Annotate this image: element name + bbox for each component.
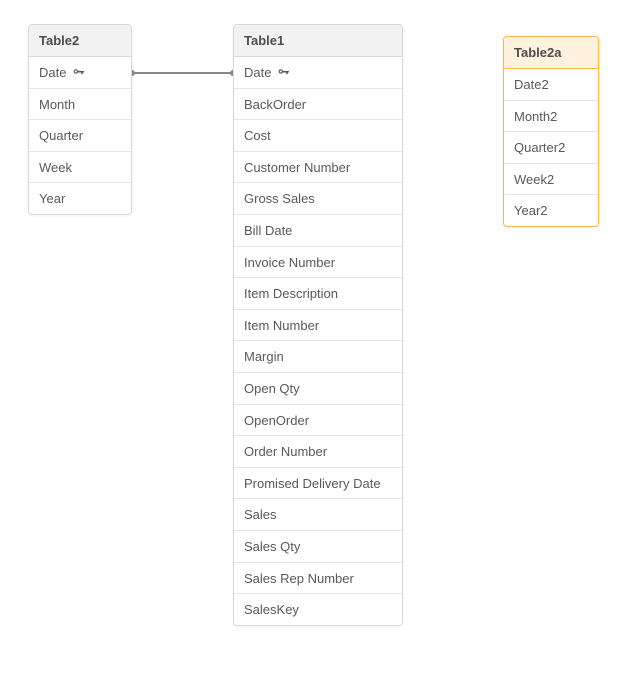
field-row[interactable]: Customer Number	[234, 152, 402, 184]
field-list: Date Month Quarter Week Year	[29, 57, 131, 214]
table-header[interactable]: Table1	[234, 25, 402, 57]
field-label: Week	[39, 160, 72, 176]
field-row[interactable]: Bill Date	[234, 215, 402, 247]
field-row[interactable]: Sales Rep Number	[234, 563, 402, 595]
field-row[interactable]: Year2	[504, 195, 598, 226]
field-row[interactable]: OpenOrder	[234, 405, 402, 437]
field-label: OpenOrder	[244, 413, 309, 429]
field-row[interactable]: Cost	[234, 120, 402, 152]
field-label: Open Qty	[244, 381, 300, 397]
field-label: Promised Delivery Date	[244, 476, 381, 492]
field-list: Date2 Month2 Quarter2 Week2 Year2	[504, 69, 598, 226]
field-row[interactable]: Item Number	[234, 310, 402, 342]
table-header[interactable]: Table2	[29, 25, 131, 57]
field-row[interactable]: Promised Delivery Date	[234, 468, 402, 500]
field-label: BackOrder	[244, 97, 306, 113]
table-title: Table2a	[514, 45, 561, 60]
table-table2[interactable]: Table2 Date Month Quarter Week Year	[28, 24, 132, 215]
field-label: Year2	[514, 203, 548, 219]
field-row[interactable]: Date2	[504, 69, 598, 101]
key-icon	[72, 66, 85, 79]
field-row[interactable]: Open Qty	[234, 373, 402, 405]
field-row[interactable]: Week	[29, 152, 131, 184]
field-row[interactable]: Date	[234, 57, 402, 89]
field-row[interactable]: Date	[29, 57, 131, 89]
field-label: Order Number	[244, 444, 327, 460]
field-label: Quarter	[39, 128, 83, 144]
field-label: Bill Date	[244, 223, 292, 239]
field-row[interactable]: Month	[29, 89, 131, 121]
field-row[interactable]: Item Description	[234, 278, 402, 310]
field-label: Year	[39, 191, 65, 207]
field-label: Quarter2	[514, 140, 565, 156]
field-row[interactable]: Month2	[504, 101, 598, 133]
key-icon	[277, 66, 290, 79]
field-label: Item Number	[244, 318, 319, 334]
field-label: Gross Sales	[244, 191, 315, 207]
field-label: Month	[39, 97, 75, 113]
field-row[interactable]: Quarter2	[504, 132, 598, 164]
field-label: Date	[39, 65, 66, 81]
field-row[interactable]: Margin	[234, 341, 402, 373]
field-label: Date	[244, 65, 271, 81]
field-row[interactable]: Order Number	[234, 436, 402, 468]
field-label: Sales Qty	[244, 539, 300, 555]
field-row[interactable]: Invoice Number	[234, 247, 402, 279]
field-row[interactable]: Sales	[234, 499, 402, 531]
table-table1[interactable]: Table1 Date BackOrder Cost Customer Number G…	[233, 24, 403, 626]
table-title: Table1	[244, 33, 284, 48]
field-label: Margin	[244, 349, 284, 365]
field-row[interactable]: Quarter	[29, 120, 131, 152]
field-label: Cost	[244, 128, 271, 144]
table-header[interactable]: Table2a	[504, 37, 598, 69]
field-label: Customer Number	[244, 160, 350, 176]
field-label: SalesKey	[244, 602, 299, 618]
table-table2a[interactable]: Table2a Date2 Month2 Quarter2 Week2 Year2	[503, 36, 599, 227]
field-label: Invoice Number	[244, 255, 335, 271]
field-label: Date2	[514, 77, 549, 93]
field-list: Date BackOrder Cost Customer Number Gross Sa…	[234, 57, 402, 625]
field-label: Item Description	[244, 286, 338, 302]
field-row[interactable]: Week2	[504, 164, 598, 196]
field-row[interactable]: Sales Qty	[234, 531, 402, 563]
field-label: Week2	[514, 172, 554, 188]
field-row[interactable]: BackOrder	[234, 89, 402, 121]
field-label: Sales	[244, 507, 277, 523]
field-label: Month2	[514, 109, 557, 125]
field-label: Sales Rep Number	[244, 571, 354, 587]
field-row[interactable]: SalesKey	[234, 594, 402, 625]
field-row[interactable]: Gross Sales	[234, 183, 402, 215]
field-row[interactable]: Year	[29, 183, 131, 214]
table-title: Table2	[39, 33, 79, 48]
